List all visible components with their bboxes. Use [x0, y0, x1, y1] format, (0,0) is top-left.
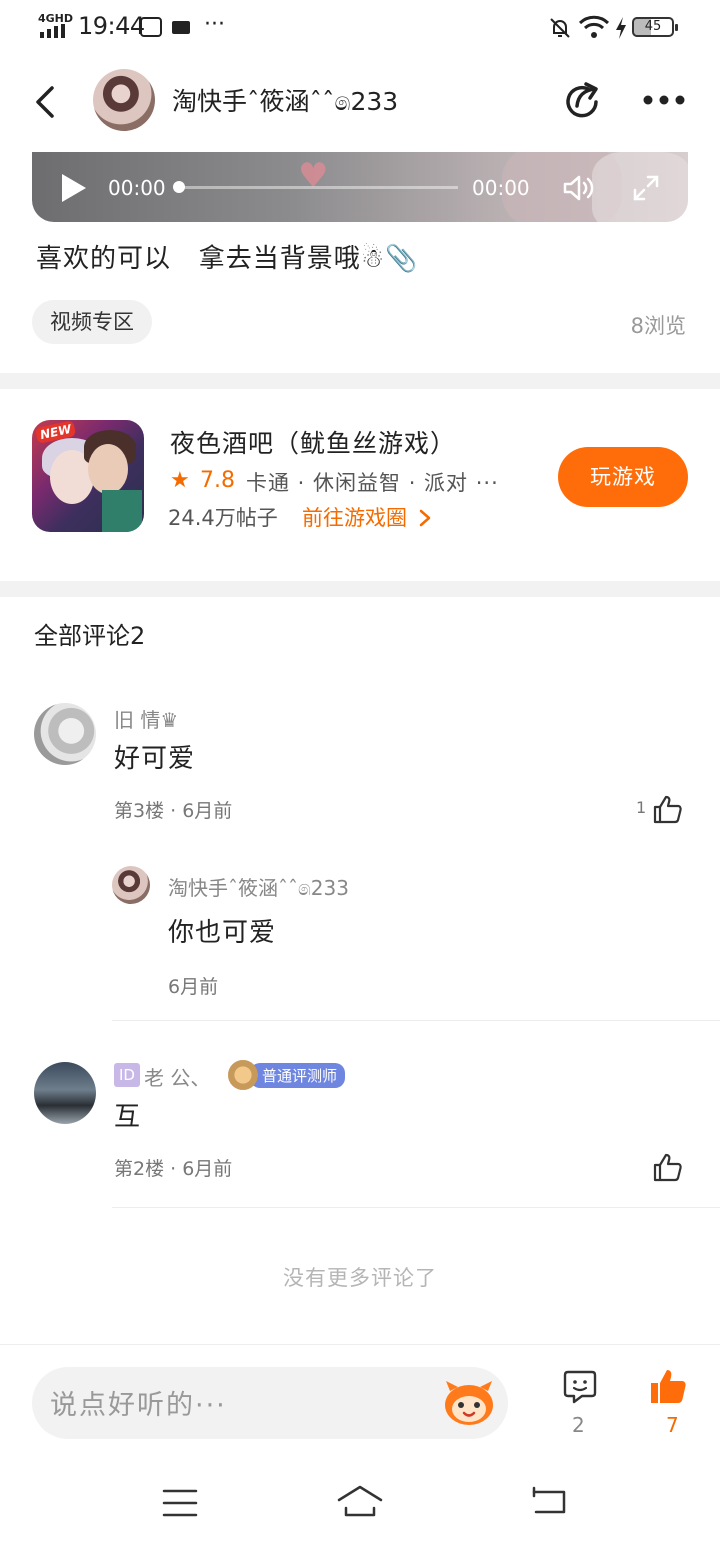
heart-decoration: ♥ [298, 156, 329, 196]
comment-divider [112, 1207, 720, 1208]
comments-title: 全部评论2 [34, 622, 146, 650]
app-notification-icon [140, 17, 162, 37]
comment-text: 好可爱 [114, 744, 196, 774]
progress-bar[interactable] [176, 186, 458, 189]
battery-icon: 45 [632, 17, 678, 37]
game-icon[interactable]: NEW [32, 420, 144, 532]
view-count: 8浏览 [630, 314, 686, 338]
comment-bar: 说点好听的··· 2 7 [0, 1344, 720, 1454]
author-name[interactable]: 淘快手ˆ筱涵ˆˆ෧233 [172, 82, 398, 118]
reviewer-badge-label: 普通评测师 [250, 1062, 346, 1088]
status-time: 19:44 [78, 12, 145, 40]
bell-muted-icon [550, 18, 570, 38]
like-count: 7 [666, 1413, 679, 1437]
charging-icon [616, 17, 626, 39]
comment-bubble-icon[interactable] [562, 1369, 598, 1405]
mascot-icon[interactable] [442, 1377, 496, 1427]
return-icon[interactable] [530, 1486, 568, 1516]
wifi-icon [578, 15, 610, 38]
back-arrow-icon[interactable] [30, 82, 60, 122]
comment-meta: 第3楼 · 6月前 [114, 800, 233, 822]
id-badge: ID [114, 1063, 140, 1087]
comment-divider [112, 1020, 720, 1021]
more-dots-icon[interactable] [642, 94, 686, 106]
comment-meta: 第2楼 · 6月前 [114, 1158, 233, 1180]
more-notifications-icon: ··· [204, 12, 225, 37]
star-icon: ★ [170, 468, 190, 493]
reviewer-badge: 普通评测师 [228, 1060, 346, 1090]
author-avatar[interactable] [93, 69, 155, 131]
thumb-up-icon[interactable] [652, 794, 684, 826]
system-nav-bar [0, 1460, 720, 1544]
game-tags: 卡通 · 休闲益智 · 派对 ··· [246, 471, 499, 495]
game-circle-label: 前往游戏圈 [302, 506, 407, 530]
fullscreen-icon[interactable] [632, 174, 660, 202]
chevron-right-icon [419, 509, 430, 527]
thumb-up-icon[interactable] [648, 1367, 688, 1407]
share-icon[interactable] [562, 80, 604, 122]
post-caption: 喜欢的可以 拿去当背景哦☃📎 [36, 244, 419, 274]
game-post-count: 24.4万帖子 [168, 506, 278, 530]
play-game-button[interactable]: 玩游戏 [558, 447, 688, 507]
volume-icon[interactable] [562, 174, 598, 202]
video-player[interactable]: ♥ 00:00 00:00 [32, 152, 688, 222]
no-more-comments: 没有更多评论了 [283, 1266, 437, 1290]
thumb-up-icon[interactable] [652, 1152, 684, 1184]
comment-count: 2 [572, 1413, 585, 1437]
reply-author-name[interactable]: 淘快手ˆ筱涵ˆˆ෧233 [168, 872, 349, 901]
game-rating: 7.8 [200, 468, 235, 493]
reply-meta: 6月前 [168, 976, 219, 998]
game-title[interactable]: 夜色酒吧（鱿鱼丝游戏） [170, 424, 456, 460]
total-time: 00:00 [472, 176, 530, 200]
reviewer-badge-icon [228, 1060, 258, 1090]
comment-input-placeholder: 说点好听的··· [50, 1390, 227, 1421]
section-divider [0, 373, 720, 389]
reply-avatar[interactable] [112, 866, 150, 904]
topic-tag[interactable]: 视频专区 [32, 300, 152, 344]
comment-like-count: 1 [636, 798, 647, 817]
menu-icon[interactable] [162, 1488, 198, 1518]
video-camera-icon [172, 21, 190, 34]
progress-knob[interactable] [173, 181, 185, 193]
reply-text: 你也可爱 [168, 918, 277, 948]
commenter-name[interactable]: 旧 情♛ [114, 704, 178, 733]
post-header: 淘快手ˆ筱涵ˆˆ෧233 [0, 60, 720, 142]
current-time: 00:00 [108, 176, 166, 200]
home-icon[interactable] [336, 1484, 384, 1518]
comment-input[interactable]: 说点好听的··· [32, 1367, 508, 1439]
commenter-name[interactable]: 老 公、 [144, 1062, 210, 1091]
commenter-avatar[interactable] [34, 1062, 96, 1124]
section-divider [0, 581, 720, 597]
commenter-avatar[interactable] [34, 703, 96, 765]
status-bar: 4GHD 19:44 ··· 45 [0, 0, 720, 56]
game-circle-link[interactable]: 前往游戏圈 [302, 502, 432, 532]
play-icon[interactable] [62, 174, 86, 202]
signal-icon [40, 24, 65, 38]
comment-text: 互 [114, 1102, 142, 1132]
